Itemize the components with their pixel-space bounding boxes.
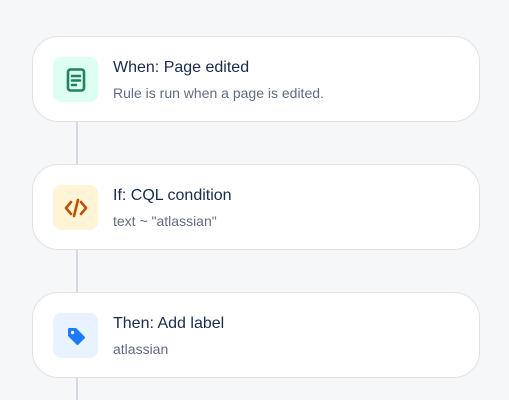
label-tag-icon (67, 327, 85, 345)
step-subtitle: Rule is run when a page is edited. (113, 85, 324, 101)
trigger-icon-box (53, 57, 98, 102)
action-icon-box (53, 313, 98, 358)
step-title: When: Page edited (113, 59, 250, 76)
code-icon (64, 198, 87, 217)
page-document-icon (66, 67, 85, 92)
rule-step-action[interactable]: Then: Add label atlassian (32, 292, 480, 378)
step-subtitle: atlassian (113, 341, 169, 357)
step-title: If: CQL condition (113, 187, 232, 204)
flow-connector (76, 378, 78, 400)
flow-connector (76, 122, 78, 164)
step-subtitle: text ~ "atlassian" (113, 213, 217, 229)
step-title: Then: Add label (113, 315, 225, 332)
flow-connector (76, 250, 78, 292)
condition-icon-box (53, 185, 98, 230)
rule-step-trigger[interactable]: When: Page edited Rule is run when a pag… (32, 36, 480, 122)
rule-step-condition[interactable]: If: CQL condition text ~ "atlassian" (32, 164, 480, 250)
